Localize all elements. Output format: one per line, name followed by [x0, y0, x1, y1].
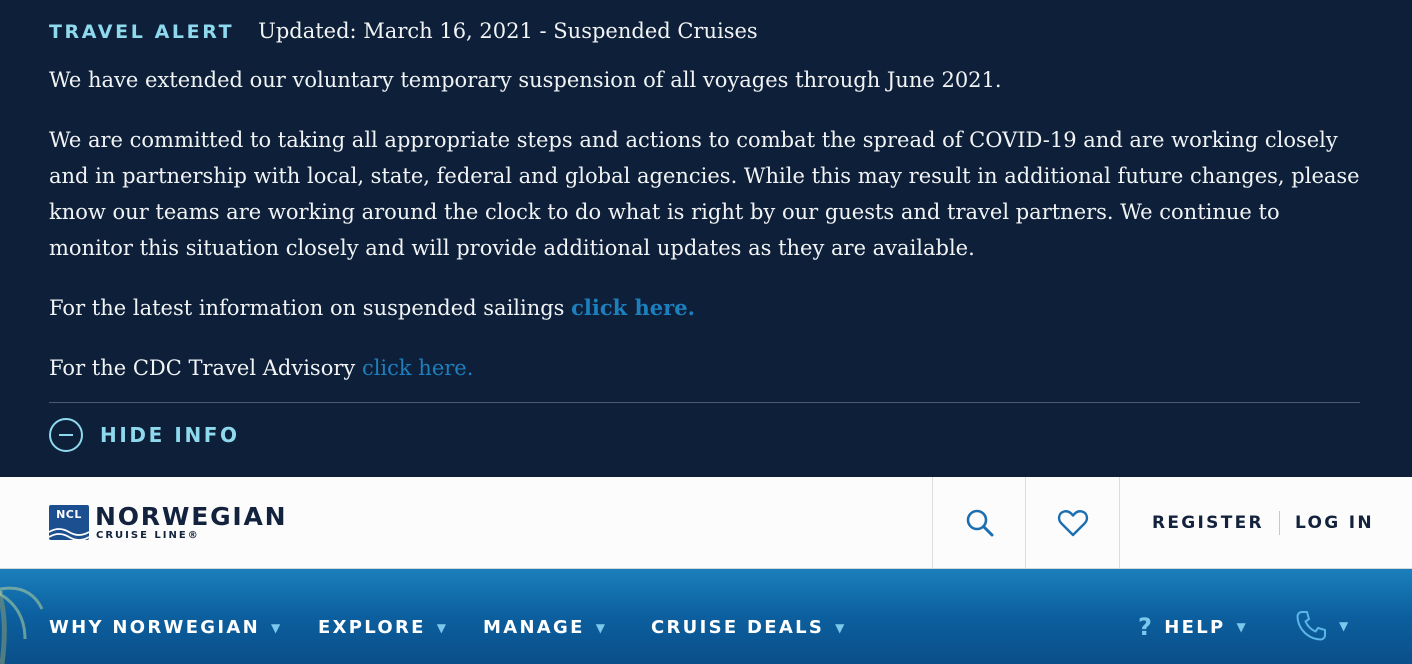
- nav-help-label: HELP: [1164, 616, 1226, 638]
- nav-help[interactable]: ? HELP ▼: [1138, 613, 1248, 641]
- nav-explore[interactable]: EXPLORE ▼: [318, 617, 448, 638]
- nav-phone[interactable]: ▼: [1294, 609, 1351, 643]
- account-links: REGISTER LOG IN: [1119, 477, 1412, 568]
- favorites-button[interactable]: [1025, 477, 1119, 568]
- caret-down-icon: ▼: [835, 620, 847, 635]
- caret-down-icon: ▼: [270, 620, 283, 635]
- latest-info-line: For the latest information on suspended …: [49, 290, 1369, 326]
- cdc-advisory-line: For the CDC Travel Advisory click here.: [49, 350, 1369, 386]
- suspended-sailings-link[interactable]: click here.: [571, 295, 695, 320]
- heart-icon: [1057, 509, 1088, 536]
- nav-manage-label: MANAGE: [483, 617, 585, 638]
- alert-paragraph-1: We have extended our voluntary temporary…: [49, 68, 1002, 92]
- ncl-badge: NCL: [49, 505, 89, 540]
- minus-circle-icon: [49, 418, 83, 452]
- hide-info-label: HIDE INFO: [100, 423, 240, 447]
- alert-updated-text: Updated: March 16, 2021 - Suspended Crui…: [258, 19, 758, 43]
- alert-heading: TRAVEL ALERT Updated: March 16, 2021 - S…: [49, 19, 758, 43]
- site-header: NCL NORWEGIAN CRUISE LINE® REGISTER LOG …: [0, 477, 1412, 569]
- wave-icon: [49, 528, 89, 540]
- nav-manage[interactable]: MANAGE ▼: [483, 617, 607, 638]
- ncl-logo[interactable]: NCL NORWEGIAN CRUISE LINE®: [49, 504, 287, 541]
- nav-cruise-deals[interactable]: CRUISE DEALS ▼: [651, 617, 847, 638]
- phone-icon: [1296, 611, 1326, 641]
- caret-down-icon: ▼: [1236, 620, 1248, 634]
- search-button[interactable]: [932, 477, 1026, 568]
- question-icon: ?: [1138, 613, 1155, 641]
- alert-tag: TRAVEL ALERT: [49, 21, 235, 43]
- caret-down-icon: ▼: [436, 620, 449, 635]
- latest-info-text: For the latest information on suspended …: [49, 296, 572, 320]
- account-separator: [1278, 510, 1280, 535]
- alert-paragraph-2: We are committed to taking all appropria…: [49, 128, 1360, 260]
- cdc-advisory-link[interactable]: click here.: [362, 356, 473, 380]
- nav-explore-label: EXPLORE: [318, 617, 426, 638]
- logo-wordmark: NORWEGIAN CRUISE LINE®: [95, 502, 288, 542]
- hide-info-button[interactable]: HIDE INFO: [49, 418, 240, 452]
- nav-why-norwegian-label: WHY NORWEGIAN: [49, 617, 260, 638]
- cdc-advisory-text: For the CDC Travel Advisory: [49, 356, 362, 380]
- logo-sub-text: CRUISE LINE®: [96, 530, 200, 541]
- search-icon: [966, 509, 993, 536]
- alert-divider: [49, 402, 1360, 403]
- ncl-badge-text: NCL: [56, 508, 82, 521]
- nav-why-norwegian[interactable]: WHY NORWEGIAN ▼: [49, 617, 283, 638]
- main-navigation: WHY NORWEGIAN ▼ EXPLORE ▼ MANAGE ▼ CRUIS…: [0, 569, 1412, 664]
- login-link[interactable]: LOG IN: [1295, 513, 1374, 533]
- caret-down-icon: ▼: [1339, 619, 1351, 633]
- caret-down-icon: ▼: [595, 620, 608, 635]
- register-link[interactable]: REGISTER: [1152, 513, 1264, 533]
- nav-cruise-deals-label: CRUISE DEALS: [651, 617, 825, 638]
- logo-main-text: NORWEGIAN: [95, 502, 288, 531]
- travel-alert-banner: TRAVEL ALERT Updated: March 16, 2021 - S…: [0, 0, 1412, 477]
